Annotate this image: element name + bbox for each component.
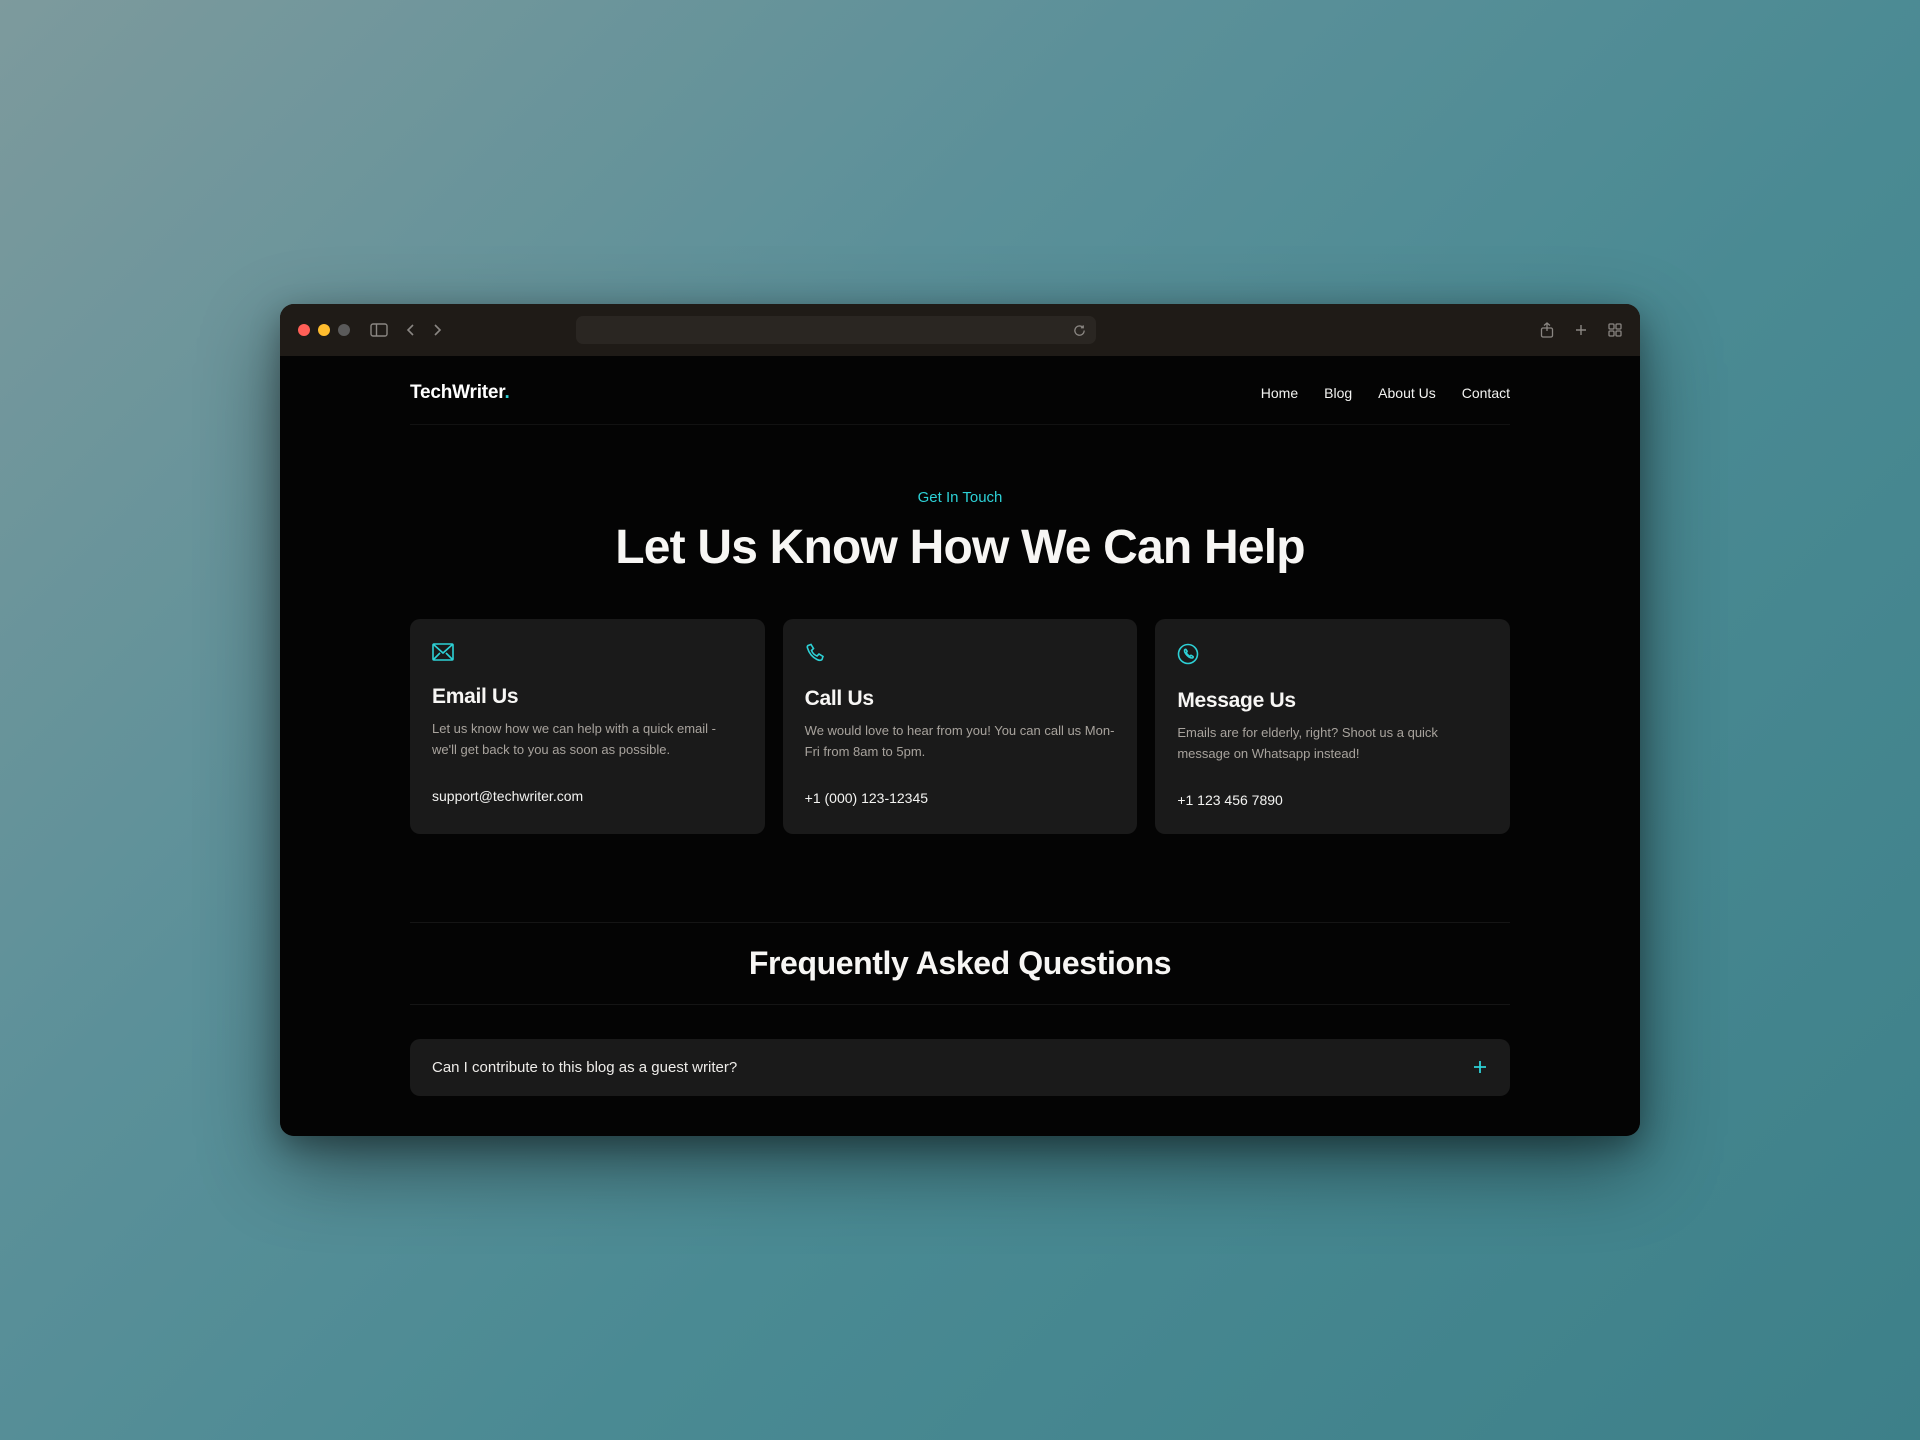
nav-link-contact[interactable]: Contact <box>1462 385 1510 401</box>
share-icon[interactable] <box>1540 322 1554 338</box>
window-close-button[interactable] <box>298 324 310 336</box>
phone-icon <box>805 643 1116 663</box>
window-minimize-button[interactable] <box>318 324 330 336</box>
site-header: TechWriter. Home Blog About Us Contact <box>410 356 1510 425</box>
contact-card-email: Email Us Let us know how we can help wit… <box>410 619 765 833</box>
card-title: Call Us <box>805 687 1116 711</box>
card-contact-value[interactable]: +1 123 456 7890 <box>1177 792 1488 808</box>
faq-question: Can I contribute to this blog as a guest… <box>432 1059 737 1076</box>
back-button[interactable] <box>406 323 416 337</box>
site-logo[interactable]: TechWriter. <box>410 382 510 404</box>
reload-icon[interactable] <box>1073 324 1086 337</box>
card-title: Email Us <box>432 685 743 709</box>
primary-nav: Home Blog About Us Contact <box>1261 385 1510 401</box>
browser-frame: TechWriter. Home Blog About Us Contact G… <box>280 304 1640 1135</box>
contact-cards: Email Us Let us know how we can help wit… <box>410 619 1510 833</box>
logo-text: TechWriter <box>410 382 504 403</box>
hero-title: Let Us Know How We Can Help <box>410 520 1510 575</box>
contact-card-message: Message Us Emails are for elderly, right… <box>1155 619 1510 833</box>
tabs-grid-icon[interactable] <box>1608 322 1622 338</box>
browser-toolbar <box>280 304 1640 356</box>
window-maximize-button[interactable] <box>338 324 350 336</box>
faq-item[interactable]: Can I contribute to this blog as a guest… <box>410 1039 1510 1096</box>
mail-icon <box>432 643 743 661</box>
contact-card-call: Call Us We would love to hear from you! … <box>783 619 1138 833</box>
plus-icon <box>1472 1059 1488 1075</box>
nav-link-home[interactable]: Home <box>1261 385 1298 401</box>
card-title: Message Us <box>1177 689 1488 713</box>
traffic-lights <box>298 324 350 336</box>
card-description: Emails are for elderly, right? Shoot us … <box>1177 723 1488 763</box>
card-description: We would love to hear from you! You can … <box>805 721 1116 761</box>
card-contact-value[interactable]: +1 (000) 123-12345 <box>805 790 1116 806</box>
card-description: Let us know how we can help with a quick… <box>432 719 743 759</box>
card-contact-value[interactable]: support@techwriter.com <box>432 788 743 804</box>
whatsapp-icon <box>1177 643 1488 665</box>
forward-button[interactable] <box>432 323 442 337</box>
nav-link-blog[interactable]: Blog <box>1324 385 1352 401</box>
logo-dot: . <box>504 382 509 403</box>
page-content: TechWriter. Home Blog About Us Contact G… <box>280 356 1640 1135</box>
sidebar-toggle-icon[interactable] <box>370 323 388 337</box>
new-tab-icon[interactable] <box>1574 322 1588 338</box>
url-bar[interactable] <box>576 316 1096 344</box>
hero-eyebrow: Get In Touch <box>410 489 1510 506</box>
faq-title: Frequently Asked Questions <box>410 945 1510 982</box>
faq-header: Frequently Asked Questions <box>410 922 1510 1005</box>
hero-section: Get In Touch Let Us Know How We Can Help <box>410 425 1510 619</box>
nav-link-about[interactable]: About Us <box>1378 385 1436 401</box>
